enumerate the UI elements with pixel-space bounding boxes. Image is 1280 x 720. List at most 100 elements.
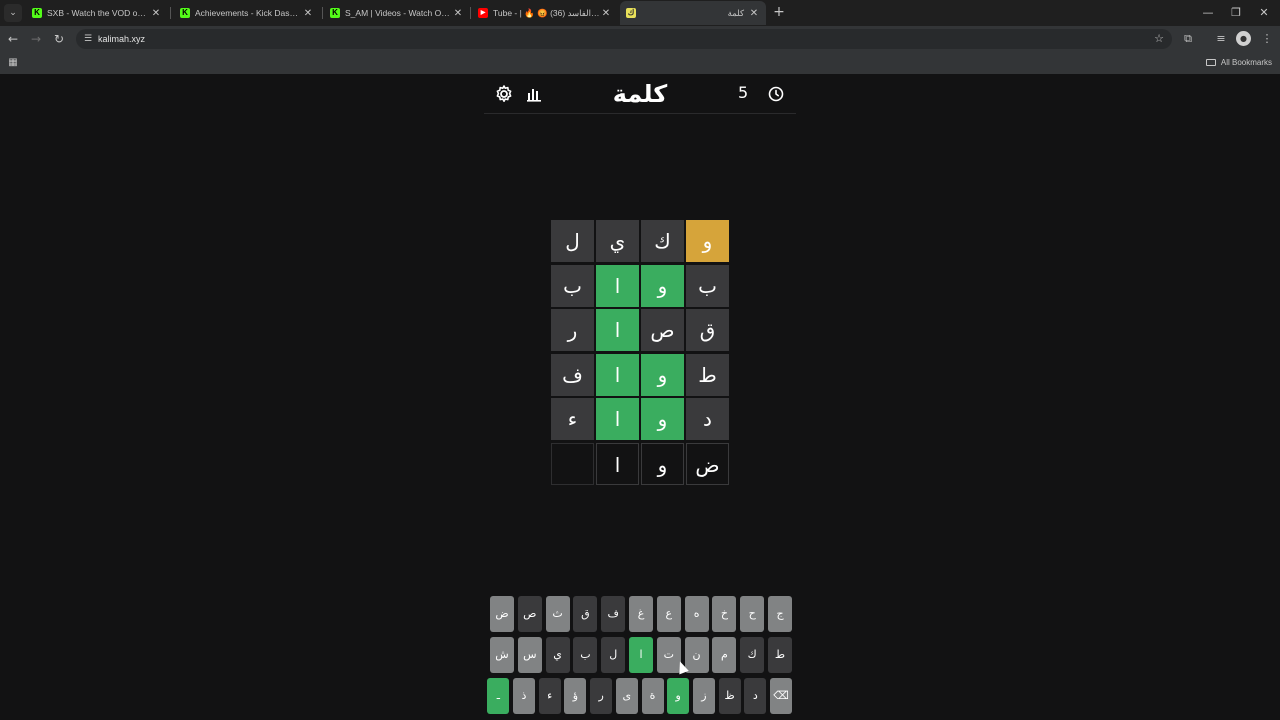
reload-button[interactable]: ↻	[50, 30, 68, 48]
window-close-button[interactable]: ✕	[1250, 3, 1278, 23]
settings-icon[interactable]	[492, 82, 516, 106]
media-control-icon[interactable]: ≡	[1212, 30, 1230, 48]
board-tile: ل	[551, 220, 594, 262]
all-bookmarks-label: All Bookmarks	[1220, 58, 1272, 67]
board-tile: ا	[596, 353, 639, 396]
bookmark-star-icon[interactable]: ☆	[1154, 29, 1164, 49]
board-tile	[551, 442, 594, 485]
tab-title: كلمة	[727, 7, 744, 18]
keyboard-key[interactable]: ن	[684, 637, 709, 673]
restore-button[interactable]: ❐	[1222, 3, 1250, 23]
on-screen-keyboard: ج ح خ ه ع غ ف ق ث ص ض ط ك م ن ت ا ل ب ي س ش ⌫ د ظ ز و ة ى ر ؤ ء ذ ـ	[487, 596, 792, 719]
board-tile: و	[641, 442, 684, 485]
board-tile: ك	[641, 220, 684, 262]
browser-toolbar: ← → ↻ ☰ kalimah.xyz ☆ ⧉ ≡ ● ⋮	[0, 26, 1280, 52]
keyboard-key[interactable]: خ	[712, 596, 737, 632]
tab-kalimah[interactable]: ك كلمة ✕	[620, 1, 766, 25]
profile-avatar[interactable]: ●	[1236, 31, 1251, 46]
keyboard-key[interactable]: ة	[641, 678, 664, 714]
close-icon[interactable]: ✕	[150, 8, 162, 19]
keyboard-key[interactable]: ف	[601, 596, 626, 632]
address-bar[interactable]: ☰ kalimah.xyz ☆	[76, 29, 1172, 49]
keyboard-key[interactable]: ش	[490, 637, 514, 673]
stats-icon[interactable]	[522, 82, 546, 106]
streak-count: 5	[738, 83, 749, 102]
keyboard-key[interactable]: ص	[517, 596, 542, 632]
keyboard-key[interactable]: ب	[573, 637, 598, 673]
board-row: ضوا	[550, 442, 730, 487]
kick-icon: K	[180, 8, 190, 18]
extensions-icon[interactable]: ⧉	[1179, 30, 1197, 48]
board-tile: و	[641, 264, 684, 307]
forward-button[interactable]: →	[27, 30, 45, 48]
board-row: دواء	[550, 398, 730, 442]
keyboard-key[interactable]: ز	[692, 678, 715, 714]
board-tile: ف	[551, 353, 594, 396]
keyboard-key[interactable]: ج	[768, 596, 792, 632]
close-icon[interactable]: ✕	[452, 8, 464, 19]
game-title: كلمة	[612, 80, 668, 108]
keyboard-key[interactable]: ح	[740, 596, 765, 632]
backspace-key[interactable]: ⌫	[770, 678, 792, 714]
keyboard-key[interactable]: ك	[740, 637, 765, 673]
kalimah-icon: ك	[626, 8, 636, 18]
keyboard-key[interactable]: ا	[629, 637, 653, 673]
tab-separator	[170, 7, 171, 19]
timer-icon[interactable]	[764, 82, 788, 106]
close-icon[interactable]: ✕	[600, 8, 612, 19]
minimize-button[interactable]: —	[1194, 3, 1222, 23]
keyboard-key[interactable]: ث	[545, 596, 570, 632]
keyboard-key[interactable]: ظ	[718, 678, 741, 714]
tab-youtube[interactable]: ▶ Tube - | 🔥 😡 (36) كشف الفاسد ✕	[472, 1, 618, 25]
close-icon[interactable]: ✕	[748, 8, 760, 19]
board-tile: ط	[686, 353, 729, 396]
keyboard-key[interactable]: م	[712, 637, 737, 673]
keyboard-key[interactable]: س	[517, 637, 542, 673]
keyboard-key[interactable]: ء	[538, 678, 561, 714]
keyboard-key[interactable]: ى	[615, 678, 638, 714]
board-tile: ق	[686, 309, 729, 351]
bookmarks-bar: ▦ All Bookmarks	[0, 52, 1280, 74]
apps-grid-icon[interactable]: ▦	[6, 56, 20, 70]
new-tab-button[interactable]: +	[770, 4, 788, 22]
tab-achievements[interactable]: K Achievements - Kick Dashboard ✕	[174, 1, 320, 25]
board-tile: و	[641, 398, 684, 440]
board-tile: ض	[686, 442, 729, 485]
tab-sam-videos[interactable]: K S_AM | Videos - Watch On-Dem ✕	[324, 1, 470, 25]
keyboard-key[interactable]: ض	[490, 596, 514, 632]
tab-title: Achievements - Kick Dashboard	[195, 8, 302, 18]
keyboard-key[interactable]: ر	[590, 678, 613, 714]
board-row: قصار	[550, 309, 730, 353]
keyboard-key[interactable]: ق	[573, 596, 598, 632]
board-tile: ء	[551, 398, 594, 440]
board-row: طواف	[550, 353, 730, 398]
back-button[interactable]: ←	[4, 30, 22, 48]
keyboard-key[interactable]: ـ	[487, 678, 510, 714]
keyboard-key[interactable]: ه	[684, 596, 709, 632]
keyboard-key[interactable]: ط	[768, 637, 792, 673]
youtube-icon: ▶	[478, 8, 488, 18]
keyboard-key[interactable]: ل	[601, 637, 626, 673]
kick-icon: K	[32, 8, 42, 18]
tab-title: Tube - | 🔥 😡 (36) كشف الفاسد	[493, 7, 600, 18]
url-text: kalimah.xyz	[98, 34, 146, 44]
close-icon[interactable]: ✕	[302, 8, 314, 19]
keyboard-key[interactable]: و	[667, 678, 690, 714]
keyboard-key[interactable]: ذ	[513, 678, 535, 714]
keyboard-key[interactable]: ؤ	[564, 678, 587, 714]
keyboard-key[interactable]: غ	[629, 596, 653, 632]
board-tile: ب	[686, 264, 729, 307]
keyboard-row: ⌫ د ظ ز و ة ى ر ؤ ء ذ ـ	[487, 678, 792, 714]
all-bookmarks-button[interactable]: All Bookmarks	[1205, 52, 1272, 74]
keyboard-key[interactable]: ع	[656, 596, 681, 632]
tab-separator	[470, 7, 471, 19]
keyboard-key[interactable]: د	[744, 678, 767, 714]
tab-search-button[interactable]: ⌄	[4, 4, 22, 22]
menu-icon[interactable]: ⋮	[1258, 30, 1276, 48]
keyboard-key[interactable]: ي	[545, 637, 570, 673]
kick-icon: K	[330, 8, 340, 18]
site-info-icon[interactable]: ☰	[82, 33, 94, 45]
folder-icon	[1205, 59, 1216, 66]
board-tile: ا	[596, 442, 639, 485]
tab-sxb-vod[interactable]: K SXB - Watch the VOD on Kick ✕	[26, 1, 168, 25]
